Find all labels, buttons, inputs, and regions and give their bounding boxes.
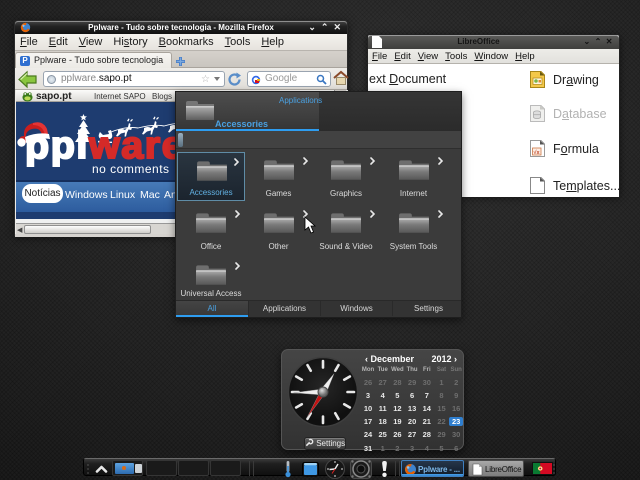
svg-text:√x: √x <box>534 149 541 156</box>
